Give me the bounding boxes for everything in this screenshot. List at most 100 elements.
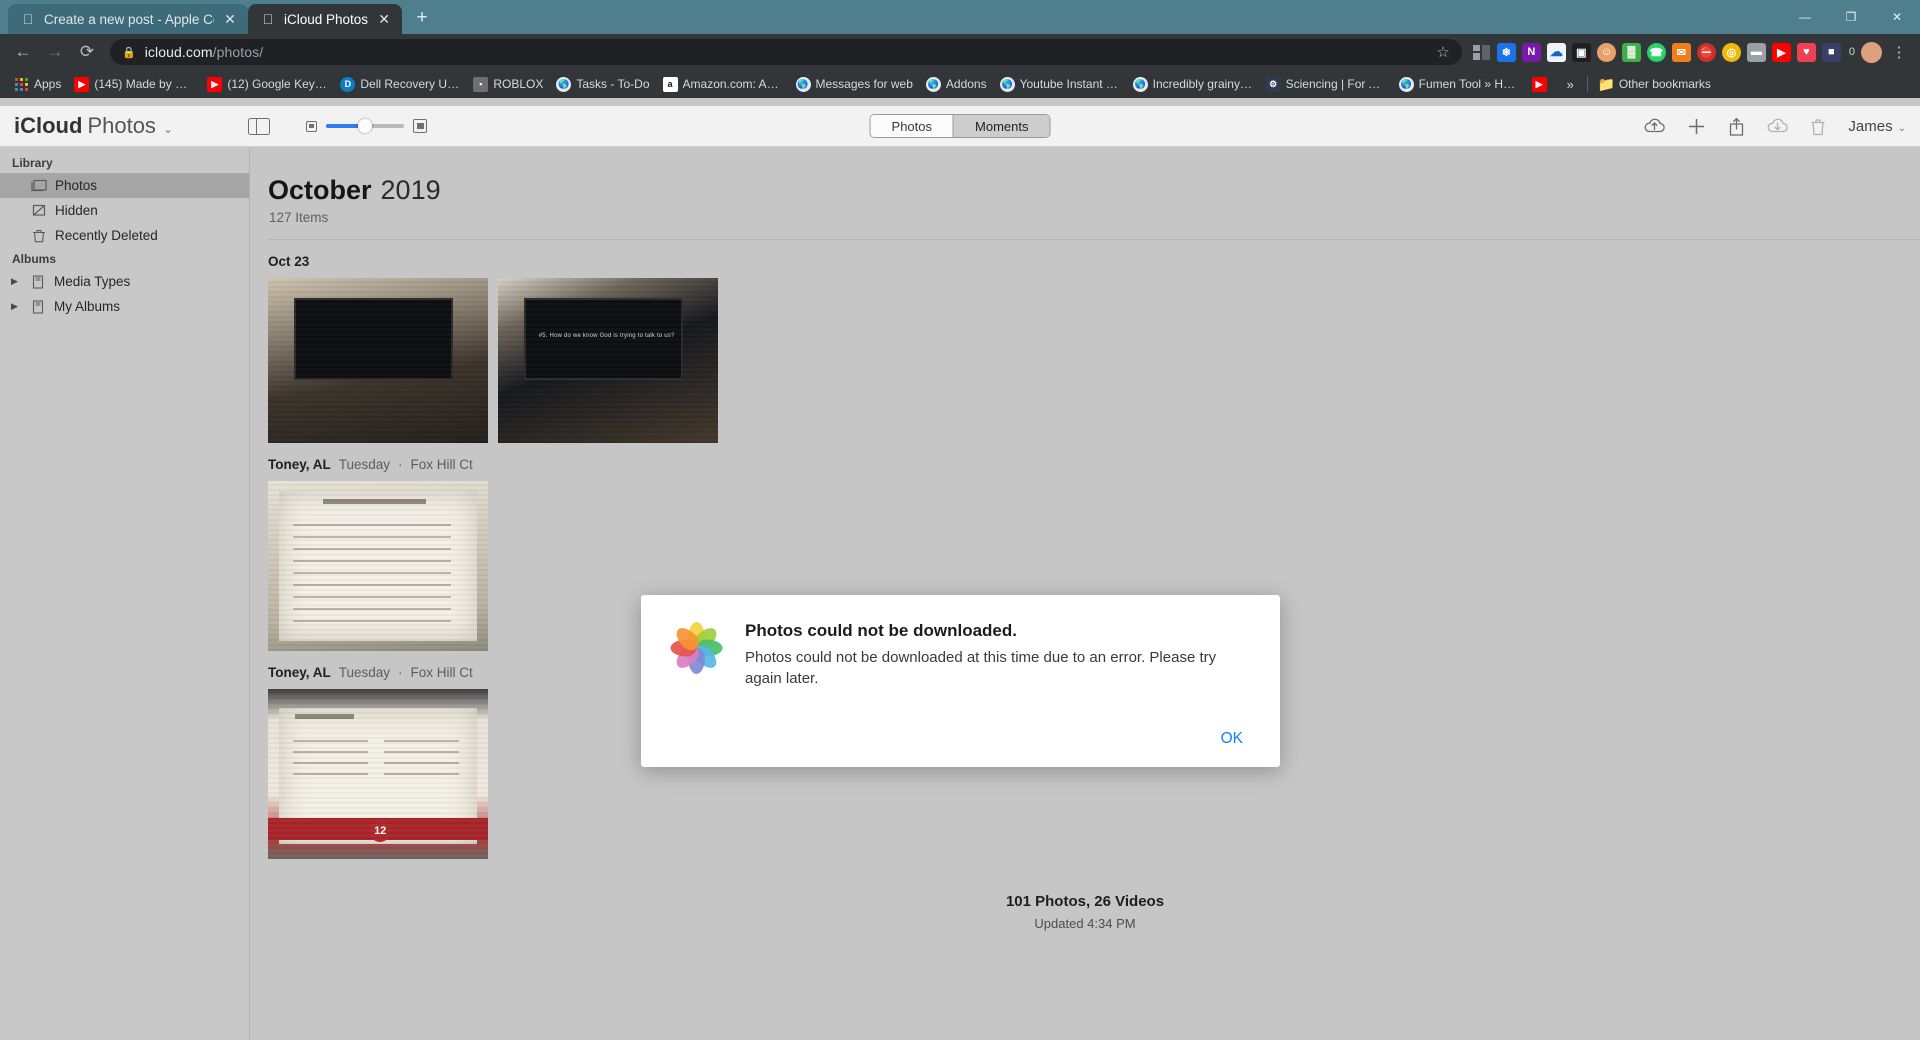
apple-icon:  bbox=[260, 11, 276, 27]
youtube-icon: ▶ bbox=[74, 76, 90, 92]
bookmark-item[interactable]: ▶ bbox=[1526, 74, 1558, 95]
dark-extension-icon[interactable]: ■ bbox=[1821, 42, 1841, 62]
bookmarks-bar: Apps ▶ (145) Made by Goo... ▶ (12) Googl… bbox=[0, 70, 1920, 98]
pocket-extension-icon[interactable]: ♥ bbox=[1796, 42, 1816, 62]
badge-count-value: 0 bbox=[1848, 46, 1855, 58]
window-controls: — ❐ ✕ bbox=[1782, 0, 1920, 34]
profile-avatar[interactable] bbox=[1861, 41, 1882, 63]
globe-icon: 🌎 bbox=[999, 76, 1015, 92]
bookmark-item[interactable]: 🌎 Addons bbox=[920, 74, 993, 95]
other-bookmarks-label: Other bookmarks bbox=[1618, 77, 1711, 91]
close-icon[interactable]: ✕ bbox=[376, 11, 392, 27]
bookmark-label: Tasks - To-Do bbox=[576, 77, 650, 91]
extension-icons: ❄ N ☁ ▣ ☺ ▓ ☎ ✉ ⛔ ◎ ▬ ▶ ♥ ■ 0 ⋮ bbox=[1472, 41, 1912, 63]
close-icon[interactable]: ✕ bbox=[222, 11, 238, 27]
amazon-icon: a bbox=[662, 76, 678, 92]
globe-icon: 🌎 bbox=[1132, 76, 1148, 92]
dell-icon: D bbox=[340, 76, 356, 92]
picture-in-picture-extension-icon[interactable]: ▣ bbox=[1571, 42, 1591, 62]
bitmoji-extension-icon[interactable]: ☺ bbox=[1596, 42, 1616, 62]
bookmark-label: ROBLOX bbox=[493, 77, 544, 91]
bookmark-item[interactable]: 🌎 Tasks - To-Do bbox=[550, 74, 655, 95]
globe-icon: 🌎 bbox=[1398, 76, 1414, 92]
photos-flower-icon bbox=[669, 621, 723, 675]
icloud-photos-app: iCloud Photos ⌄ Photos Moments James ⌄ L… bbox=[0, 106, 1920, 1040]
bookmark-label: (12) Google Keynot... bbox=[227, 77, 327, 91]
other-bookmarks-folder[interactable]: 📁 Other bookmarks bbox=[1593, 74, 1717, 95]
bookmark-item[interactable]: ▶ (12) Google Keynot... bbox=[201, 74, 333, 95]
browser-tab-2[interactable]:  iCloud Photos ✕ bbox=[248, 4, 403, 34]
apple-icon:  bbox=[20, 11, 36, 27]
bookmark-label: Sciencing | For All T... bbox=[1285, 77, 1386, 91]
youtube-icon: ▶ bbox=[207, 76, 223, 92]
browser-tab-1[interactable]:  Create a new post - Apple Comm ✕ bbox=[8, 4, 248, 34]
window-layout-extension-icon[interactable] bbox=[1472, 43, 1491, 62]
url-path: /photos/ bbox=[212, 44, 264, 60]
bookmark-label: Youtube Instant - S... bbox=[1019, 77, 1120, 91]
navigation-toolbar: ← → ⟳ 🔒 icloud.com/photos/ ☆ ❄ N ☁ ▣ ☺ ▓… bbox=[0, 34, 1920, 70]
bookmark-item[interactable]: ▪ ROBLOX bbox=[467, 74, 549, 95]
address-bar[interactable]: 🔒 icloud.com/photos/ ☆ bbox=[110, 39, 1462, 65]
youtube-icon: ▶ bbox=[1531, 76, 1547, 92]
grey-extension-icon[interactable]: ▬ bbox=[1746, 42, 1766, 62]
browser-window:  Create a new post - Apple Comm ✕  iCl… bbox=[0, 0, 1920, 1040]
dialog-text: Photos could not be downloaded. Photos c… bbox=[745, 621, 1245, 689]
bookmark-label: Dell Recovery USB bbox=[360, 77, 461, 91]
snowflake-extension-icon[interactable]: ❄ bbox=[1496, 42, 1516, 62]
browser-menu-icon[interactable]: ⋮ bbox=[1888, 43, 1910, 61]
back-icon[interactable]: ← bbox=[8, 37, 38, 67]
bookmark-star-icon[interactable]: ☆ bbox=[1436, 43, 1449, 61]
bookmark-item[interactable]: ▶ (145) Made by Goo... bbox=[68, 74, 200, 95]
tab-strip:  Create a new post - Apple Comm ✕  iCl… bbox=[0, 0, 1920, 34]
crypto-extension-icon[interactable]: ◎ bbox=[1721, 42, 1741, 62]
bookmark-label: (145) Made by Goo... bbox=[94, 77, 194, 91]
dialog-title: Photos could not be downloaded. bbox=[745, 621, 1017, 640]
maximize-button[interactable]: ❐ bbox=[1828, 0, 1874, 34]
dialog-message: Photos could not be downloaded at this t… bbox=[745, 649, 1217, 687]
error-dialog: Photos could not be downloaded. Photos c… bbox=[641, 595, 1280, 767]
mail-extension-icon[interactable]: ✉ bbox=[1671, 42, 1691, 62]
url-domain: icloud.com bbox=[144, 44, 213, 60]
folder-icon: 📁 bbox=[1597, 75, 1616, 92]
bookmark-item[interactable]: 🌎 Incredibly grainy vi... bbox=[1127, 74, 1259, 95]
ok-button[interactable]: OK bbox=[1212, 725, 1252, 753]
tab-title: Create a new post - Apple Comm bbox=[44, 11, 214, 27]
onenote-extension-icon[interactable]: N bbox=[1521, 42, 1541, 62]
minimize-button[interactable]: — bbox=[1782, 0, 1828, 34]
globe-icon: 🌎 bbox=[925, 76, 941, 92]
close-window-button[interactable]: ✕ bbox=[1874, 0, 1920, 34]
bookmark-label: Apps bbox=[34, 77, 62, 91]
bookmark-label: Incredibly grainy vi... bbox=[1152, 77, 1253, 91]
bookmark-item[interactable]: 🌎 Fumen Tool » Hard... bbox=[1393, 74, 1525, 95]
bookmark-item[interactable]: 🌎 Youtube Instant - S... bbox=[994, 74, 1126, 95]
minecraft-extension-icon[interactable]: ▓ bbox=[1621, 42, 1641, 62]
globe-icon: 🌎 bbox=[556, 76, 572, 92]
sciencing-icon: ⚙ bbox=[1265, 76, 1281, 92]
tab-title: iCloud Photos bbox=[284, 11, 369, 27]
apps-grid-icon bbox=[14, 77, 29, 92]
globe-icon: 🌎 bbox=[795, 76, 811, 92]
whatsapp-extension-icon[interactable]: ☎ bbox=[1646, 42, 1666, 62]
reload-icon[interactable]: ⟳ bbox=[72, 37, 102, 67]
extension-badge-count: 0 bbox=[1849, 46, 1855, 58]
roblox-icon: ▪ bbox=[473, 76, 489, 92]
bookmark-label: Messages for web bbox=[815, 77, 913, 91]
bookmark-item[interactable]: ⚙ Sciencing | For All T... bbox=[1260, 74, 1392, 95]
bookmark-apps[interactable]: Apps bbox=[8, 74, 67, 95]
bookmark-label: Amazon.com: ASUS... bbox=[682, 77, 783, 91]
adblock-extension-icon[interactable]: ⛔ bbox=[1696, 42, 1716, 62]
new-tab-button[interactable]: + bbox=[408, 4, 436, 32]
url-text: icloud.com/photos/ bbox=[145, 44, 264, 60]
bookmark-label: Addons bbox=[945, 77, 987, 91]
divider bbox=[1586, 76, 1588, 92]
bookmarks-overflow-button[interactable]: » bbox=[1559, 77, 1582, 92]
dialog-row: Photos could not be downloaded. Photos c… bbox=[669, 621, 1252, 689]
bookmark-item[interactable]: a Amazon.com: ASUS... bbox=[657, 74, 789, 95]
onedrive-extension-icon[interactable]: ☁ bbox=[1546, 42, 1566, 62]
lock-icon: 🔒 bbox=[122, 46, 136, 59]
bookmark-label: Fumen Tool » Hard... bbox=[1418, 77, 1519, 91]
forward-icon[interactable]: → bbox=[40, 37, 70, 67]
bookmark-item[interactable]: D Dell Recovery USB bbox=[334, 74, 466, 95]
youtube-extension-icon[interactable]: ▶ bbox=[1771, 42, 1791, 62]
bookmark-item[interactable]: 🌎 Messages for web bbox=[790, 74, 919, 95]
